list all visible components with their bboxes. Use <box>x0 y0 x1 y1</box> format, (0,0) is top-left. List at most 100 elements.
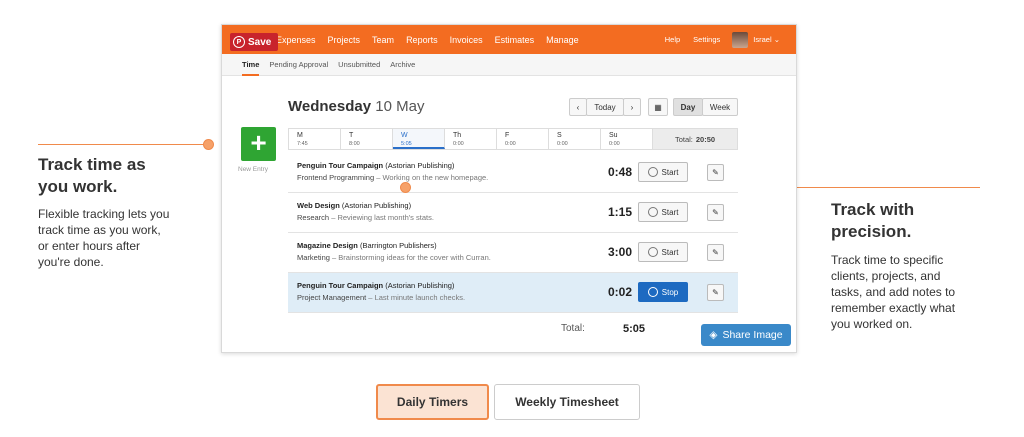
subnav-time[interactable]: Time <box>242 54 260 76</box>
annotation-left-title: Track time as you work. <box>38 155 146 196</box>
edit-entry-button[interactable]: ✎ <box>707 244 724 261</box>
nav-help[interactable]: Help <box>665 35 680 44</box>
start-label: Start <box>661 167 679 177</box>
calendar-icon[interactable]: ▦ <box>648 98 668 116</box>
project-name: Web Design <box>297 201 340 210</box>
entry-task: Frontend Programming – Working on the ne… <box>297 173 488 182</box>
task-name: Research <box>297 213 330 222</box>
entry-task: Project Management – Last minute launch … <box>297 293 465 302</box>
entry-note: Reviewing last month's stats. <box>337 213 434 222</box>
entry-task: Marketing – Brainstorming ideas for the … <box>297 253 491 262</box>
edit-entry-button[interactable]: ✎ <box>707 284 724 301</box>
start-timer-button[interactable]: Start <box>638 242 688 262</box>
app-window: Expenses Projects Team Reports Invoices … <box>221 24 797 353</box>
week-total-label: Total: <box>674 134 693 144</box>
pencil-icon: ✎ <box>712 248 719 257</box>
pencil-icon: ✎ <box>712 208 719 217</box>
client-name: (Astorian Publishing) <box>385 281 455 290</box>
entry-project: Web Design (Astorian Publishing) <box>297 201 411 210</box>
client-name: (Barrington Publishers) <box>359 241 437 250</box>
clock-icon <box>647 207 658 217</box>
annotation-line-left <box>38 144 206 145</box>
subnav-archive[interactable]: Archive <box>390 54 415 76</box>
tab-weekly-timesheet[interactable]: Weekly Timesheet <box>494 384 640 420</box>
entry-note: Last minute launch checks. <box>374 293 466 302</box>
task-sep: – <box>331 213 336 222</box>
layers-icon: ◈ <box>709 329 718 341</box>
user-menu[interactable]: Israel ⌄ <box>753 35 780 44</box>
day-hours: 0:00 <box>557 141 568 147</box>
edit-entry-button[interactable]: ✎ <box>707 204 724 221</box>
today-button[interactable]: Today <box>586 98 624 116</box>
week-day-f[interactable]: F 0:00 <box>497 129 549 149</box>
share-image-button[interactable]: ◈ Share Image <box>701 324 791 346</box>
client-name: (Astorian Publishing) <box>341 201 412 210</box>
avatar[interactable] <box>732 31 749 48</box>
prev-day-button[interactable]: ‹ <box>569 98 587 116</box>
day-letter: Su <box>609 132 618 139</box>
day-view-button[interactable]: Day <box>673 98 703 116</box>
nav-reports[interactable]: Reports <box>406 35 438 45</box>
page: Track time as you work. Flexible trackin… <box>0 0 1024 437</box>
nav-projects[interactable]: Projects <box>328 35 361 45</box>
start-timer-button[interactable]: Start <box>638 202 688 222</box>
day-hours: 0:00 <box>609 141 620 147</box>
entry-duration: 0:02 <box>607 285 632 299</box>
task-name: Marketing <box>297 253 330 262</box>
day-total-value: 5:05 <box>623 323 646 335</box>
subnav-unsubmitted[interactable]: Unsubmitted <box>338 54 380 76</box>
new-entry-button[interactable]: + <box>241 127 276 161</box>
new-entry-label: New Entry <box>238 166 268 173</box>
week-view-button[interactable]: Week <box>702 98 738 116</box>
nav-estimates[interactable]: Estimates <box>495 35 535 45</box>
stop-label: Stop <box>661 287 679 297</box>
task-sep: – <box>332 253 337 262</box>
week-day-m[interactable]: M 7:45 <box>289 129 341 149</box>
share-label: Share Image <box>722 329 783 341</box>
entry-task: Research – Reviewing last month's stats. <box>297 213 434 222</box>
week-day-t[interactable]: T 8:00 <box>341 129 393 149</box>
next-day-button[interactable]: › <box>623 98 641 116</box>
stop-timer-button[interactable]: Stop <box>638 282 688 302</box>
annotation-dot-left <box>203 139 214 150</box>
week-day-su[interactable]: Su 0:00 <box>601 129 653 149</box>
client-name: (Astorian Publishing) <box>385 161 455 170</box>
time-entry: Magazine Design (Barrington Publishers) … <box>288 233 738 273</box>
sub-nav: Time Pending Approval Unsubmitted Archiv… <box>222 54 796 76</box>
day-letter: T <box>349 132 354 139</box>
tab-daily-timers[interactable]: Daily Timers <box>376 384 489 420</box>
pinterest-icon: P <box>233 36 245 48</box>
pencil-icon: ✎ <box>712 168 719 177</box>
plus-icon: + <box>250 127 267 158</box>
day-letter: Th <box>453 132 462 139</box>
task-name: Frontend Programming <box>297 173 375 182</box>
day-hours: 7:45 <box>297 141 308 147</box>
start-label: Start <box>661 207 679 217</box>
edit-entry-button[interactable]: ✎ <box>707 164 724 181</box>
annotation-left-body: Flexible tracking lets you track time as… <box>38 207 170 269</box>
nav-team[interactable]: Team <box>372 35 394 45</box>
task-name: Project Management <box>297 293 367 302</box>
week-day-s[interactable]: S 0:00 <box>549 129 601 149</box>
subnav-pending-approval[interactable]: Pending Approval <box>269 54 328 76</box>
entry-note: Brainstorming ideas for the cover with C… <box>338 253 491 262</box>
week-strip: M 7:45 T 8:00 W 5:05 Th 0:00 F 0:00 S 0:00 Su 0… <box>288 128 738 150</box>
nav-expenses[interactable]: Expenses <box>276 35 316 45</box>
start-timer-button[interactable]: Start <box>638 162 688 182</box>
nav-settings[interactable]: Settings <box>693 35 720 44</box>
main-nav: Expenses Projects Team Reports Invoices … <box>276 25 591 54</box>
date: 10 May <box>375 98 425 115</box>
nav-manage[interactable]: Manage <box>546 35 579 45</box>
week-day-th[interactable]: Th 0:00 <box>445 129 497 149</box>
time-entry-running: Penguin Tour Campaign (Astorian Publishi… <box>288 273 738 313</box>
project-name: Penguin Tour Campaign <box>297 161 384 170</box>
nav-invoices[interactable]: Invoices <box>450 35 483 45</box>
annotation-right-body: Track time to specific clients, projects… <box>831 253 956 331</box>
entry-project: Magazine Design (Barrington Publishers) <box>297 241 437 250</box>
week-day-w[interactable]: W 5:05 <box>393 129 445 149</box>
day-letter: W <box>401 132 408 139</box>
page-title: Wednesday 10 May <box>288 98 424 115</box>
entry-duration: 0:48 <box>607 165 632 179</box>
week-total-value: 20:50 <box>695 134 716 144</box>
pinterest-save-button[interactable]: P Save <box>230 33 278 51</box>
